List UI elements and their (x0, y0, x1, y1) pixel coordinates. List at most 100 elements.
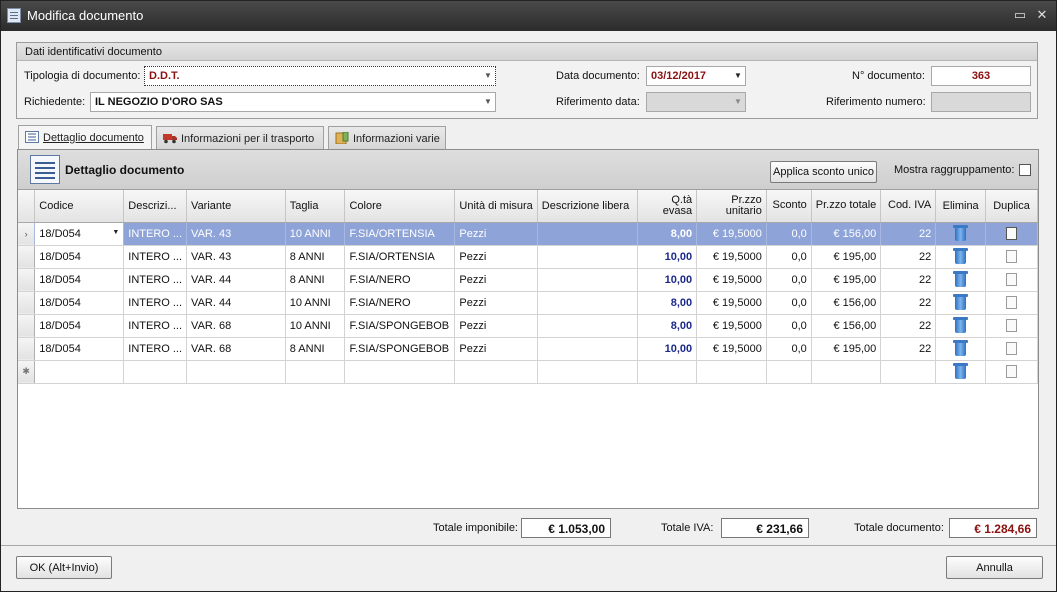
cell-taglia[interactable] (285, 360, 346, 384)
cell-elimina[interactable] (935, 245, 987, 269)
cell-elimina[interactable] (935, 337, 987, 361)
cell-descrizione[interactable] (123, 360, 188, 384)
cell-descrizione[interactable]: INTERO ... (123, 245, 188, 269)
numero-documento-field[interactable]: 363 (931, 66, 1031, 86)
cell-taglia[interactable]: 10 ANNI (285, 314, 346, 338)
cell-libera[interactable] (537, 268, 638, 292)
copy-icon[interactable] (1003, 224, 1018, 240)
trash-icon[interactable] (953, 270, 969, 287)
cell-sconto[interactable]: 0,0 (766, 337, 812, 361)
tab-informazioni-trasporto[interactable]: Informazioni per il trasporto (156, 126, 324, 149)
cell-iva[interactable]: 22 (880, 337, 937, 361)
column-header-unita[interactable]: Unità di misura (454, 190, 538, 223)
cell-colore[interactable]: F.SIA/SPONGEBOB (344, 314, 456, 338)
tab-dettaglio-documento[interactable]: Dettaglio documento (18, 125, 152, 150)
cell-prezzo[interactable]: € 19,5000 (696, 268, 767, 292)
cell-taglia[interactable]: 8 ANNI (285, 337, 346, 361)
cell-qta[interactable]: 8,00 (637, 314, 698, 338)
cell-colore[interactable]: F.SIA/NERO (344, 268, 456, 292)
column-header-quantita[interactable]: Q.tà evasa (637, 190, 698, 223)
cell-prezzo[interactable]: € 19,5000 (696, 291, 767, 315)
cell-unita[interactable]: Pezzi (454, 337, 538, 361)
cell-variante[interactable]: VAR. 68 (186, 337, 286, 361)
cell-qta[interactable]: 10,00 (637, 337, 698, 361)
title-bar[interactable]: Modifica documento ▭ ✕ (1, 1, 1056, 31)
data-documento-picker[interactable]: 03/12/2017 ▼ (646, 66, 746, 86)
table-row[interactable]: 18/D054 INTERO ... VAR. 44 8 ANNI F.SIA/NERO… (18, 268, 1038, 292)
cell-iva[interactable]: 22 (880, 268, 937, 292)
cell-colore[interactable]: F.SIA/ORTENSIA (344, 245, 456, 269)
cell-qta[interactable]: 10,00 (637, 268, 698, 292)
cell-qta[interactable]: 8,00 (637, 222, 698, 246)
column-header-prezzo-unitario[interactable]: Pr.zzo unitario (696, 190, 767, 223)
cell-unita[interactable] (454, 360, 538, 384)
cell-codice[interactable] (34, 360, 125, 384)
cell-colore[interactable] (344, 360, 456, 384)
cell-descrizione[interactable]: INTERO ... (123, 291, 188, 315)
row-indicator[interactable] (18, 291, 36, 315)
row-indicator[interactable]: › (18, 222, 36, 246)
cell-libera[interactable] (537, 245, 638, 269)
row-indicator[interactable] (18, 245, 36, 269)
cell-sconto[interactable]: 0,0 (766, 245, 812, 269)
table-row[interactable]: 18/D054 INTERO ... VAR. 68 10 ANNI F.SIA/SPO… (18, 314, 1038, 338)
column-header-sconto[interactable]: Sconto (766, 190, 812, 223)
cell-sconto[interactable]: 0,0 (766, 268, 812, 292)
copy-icon[interactable] (1003, 316, 1018, 332)
cancel-button[interactable]: Annulla (946, 556, 1043, 579)
copy-icon[interactable] (1003, 293, 1018, 309)
cell-totale[interactable]: € 195,00 (811, 245, 882, 269)
cell-totale[interactable] (811, 360, 882, 384)
cell-codice[interactable]: 18/D054 ▼ (34, 222, 125, 246)
row-indicator[interactable] (18, 337, 36, 361)
cell-descrizione[interactable]: INTERO ... (123, 314, 188, 338)
cell-variante[interactable] (186, 360, 286, 384)
cell-elimina[interactable] (935, 360, 987, 384)
trash-icon[interactable] (953, 339, 969, 356)
cell-elimina[interactable] (935, 291, 987, 315)
richiedente-combo[interactable]: IL NEGOZIO D'ORO SAS ▼ (90, 92, 496, 112)
cell-totale[interactable]: € 156,00 (811, 314, 882, 338)
cell-sconto[interactable]: 0,0 (766, 291, 812, 315)
table-row[interactable]: 18/D054 INTERO ... VAR. 44 10 ANNI F.SIA/NER… (18, 291, 1038, 315)
chevron-down-icon[interactable]: ▼ (731, 67, 745, 85)
cell-totale[interactable]: € 195,00 (811, 337, 882, 361)
copy-icon[interactable] (1003, 339, 1018, 355)
cell-taglia[interactable]: 8 ANNI (285, 245, 346, 269)
column-header-duplica[interactable]: Duplica (985, 190, 1038, 223)
cell-iva[interactable]: 22 (880, 314, 937, 338)
column-header-descrizione[interactable]: Descrizi... (123, 190, 188, 223)
cell-taglia[interactable]: 10 ANNI (285, 222, 346, 246)
cell-libera[interactable] (537, 222, 638, 246)
copy-icon[interactable] (1003, 270, 1018, 286)
ok-button[interactable]: OK (Alt+Invio) (16, 556, 112, 579)
cell-unita[interactable]: Pezzi (454, 268, 538, 292)
cell-qta[interactable]: 10,00 (637, 245, 698, 269)
cell-prezzo[interactable]: € 19,5000 (696, 337, 767, 361)
cell-variante[interactable]: VAR. 44 (186, 268, 286, 292)
cell-unita[interactable]: Pezzi (454, 314, 538, 338)
column-header-codice[interactable]: Codice (34, 190, 125, 223)
cell-descrizione[interactable]: INTERO ... (123, 268, 188, 292)
cell-sconto[interactable] (766, 360, 812, 384)
cell-prezzo[interactable]: € 19,5000 (696, 245, 767, 269)
cell-unita[interactable]: Pezzi (454, 291, 538, 315)
cell-elimina[interactable] (935, 314, 987, 338)
cell-descrizione[interactable]: INTERO ... (123, 222, 188, 246)
cell-totale[interactable]: € 156,00 (811, 222, 882, 246)
trash-icon[interactable] (953, 362, 969, 379)
cell-codice[interactable]: 18/D054 (34, 291, 125, 315)
cell-duplica[interactable] (985, 268, 1038, 292)
cell-elimina[interactable] (935, 268, 987, 292)
cell-totale[interactable]: € 195,00 (811, 268, 882, 292)
chevron-down-icon[interactable]: ▼ (112, 229, 119, 236)
cell-prezzo[interactable]: € 19,5000 (696, 314, 767, 338)
cell-taglia[interactable]: 10 ANNI (285, 291, 346, 315)
close-icon[interactable]: ✕ (1034, 7, 1050, 23)
cell-prezzo[interactable] (696, 360, 767, 384)
cell-variante[interactable]: VAR. 43 (186, 245, 286, 269)
cell-variante[interactable]: VAR. 68 (186, 314, 286, 338)
minimize-icon[interactable]: ▭ (1012, 7, 1028, 23)
column-header-descrizione-libera[interactable]: Descrizione libera (537, 190, 638, 223)
cell-iva[interactable]: 22 (880, 245, 937, 269)
